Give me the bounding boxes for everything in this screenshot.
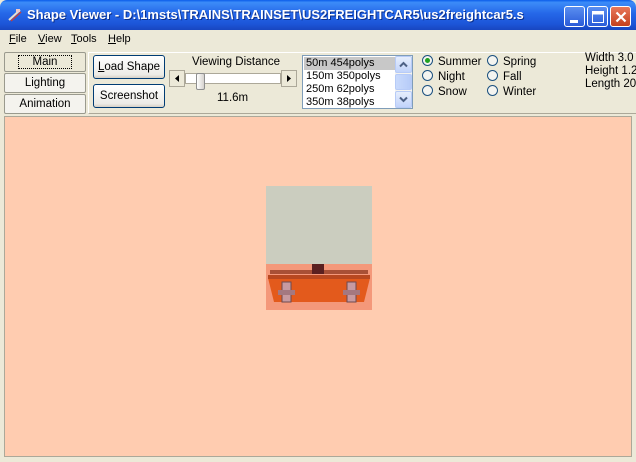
chevron-down-icon xyxy=(399,96,408,103)
radio-spring[interactable]: Spring xyxy=(487,55,536,68)
minimize-button[interactable] xyxy=(564,6,585,27)
arrow-left-icon xyxy=(175,75,179,82)
scroll-thumb[interactable] xyxy=(395,74,412,90)
tab-main[interactable]: Main xyxy=(4,52,86,72)
radio-dot xyxy=(487,85,498,96)
slider-left-arrow[interactable] xyxy=(169,70,185,87)
close-button[interactable] xyxy=(610,6,631,27)
lod-listbox[interactable]: 50m 454polys 150m 350polys 250m 62polys … xyxy=(302,55,413,109)
menu-tools[interactable]: Tools xyxy=(71,33,97,45)
minimize-icon xyxy=(570,20,578,23)
shape-viewport[interactable] xyxy=(4,116,632,457)
dimension-width: Width 3.0 xyxy=(585,52,634,64)
lod-item[interactable]: 50m 454polys xyxy=(304,57,396,70)
freight-car-model xyxy=(266,186,372,310)
radio-dot xyxy=(487,55,498,66)
menu-file[interactable]: File xyxy=(9,33,27,45)
viewing-distance-slider[interactable] xyxy=(169,70,297,90)
lod-item[interactable]: 150m 350polys xyxy=(304,70,396,83)
train-icon xyxy=(8,9,22,22)
tab-lighting[interactable]: Lighting xyxy=(4,73,86,93)
lod-item[interactable]: 350m 38polys xyxy=(304,96,396,108)
radio-dot xyxy=(422,85,433,96)
dimension-height: Height 1.2 xyxy=(585,65,636,77)
menu-bar: File View Tools Help xyxy=(0,30,636,48)
radio-dot xyxy=(487,70,498,81)
maximize-button[interactable] xyxy=(587,6,608,27)
dimension-length: Length 20 xyxy=(585,78,636,90)
viewing-distance-value: 11.6m xyxy=(217,92,249,104)
slider-thumb[interactable] xyxy=(196,73,205,90)
slider-track[interactable] xyxy=(185,73,281,90)
viewing-distance-label: Viewing Distance xyxy=(192,56,281,68)
arrow-right-icon xyxy=(287,75,291,82)
chevron-up-icon xyxy=(399,61,408,68)
load-shape-button[interactable]: Load Shape xyxy=(93,55,165,79)
tab-animation[interactable]: Animation xyxy=(4,94,86,114)
radio-winter[interactable]: Winter xyxy=(487,85,536,98)
maximize-icon xyxy=(592,11,604,23)
radio-dot xyxy=(422,70,433,81)
slider-right-arrow[interactable] xyxy=(281,70,297,87)
menu-help[interactable]: Help xyxy=(108,33,131,45)
screenshot-button[interactable]: Screenshot xyxy=(93,84,165,108)
close-icon xyxy=(615,11,627,23)
radio-dot xyxy=(422,55,433,66)
lod-scrollbar[interactable] xyxy=(395,56,412,108)
scroll-down-button[interactable] xyxy=(395,91,412,108)
menu-view[interactable]: View xyxy=(38,33,62,45)
scroll-up-button[interactable] xyxy=(395,56,412,73)
title-bar[interactable]: Shape Viewer - D:\1msts\TRAINS\TRAINSET\… xyxy=(0,0,636,30)
radio-fall[interactable]: Fall xyxy=(487,70,522,83)
lod-item[interactable]: 250m 62polys xyxy=(304,83,396,96)
radio-night[interactable]: Night xyxy=(422,70,465,83)
window-title: Shape Viewer - D:\1msts\TRAINS\TRAINSET\… xyxy=(27,7,524,22)
radio-summer[interactable]: Summer xyxy=(422,55,481,68)
radio-snow[interactable]: Snow xyxy=(422,85,467,98)
